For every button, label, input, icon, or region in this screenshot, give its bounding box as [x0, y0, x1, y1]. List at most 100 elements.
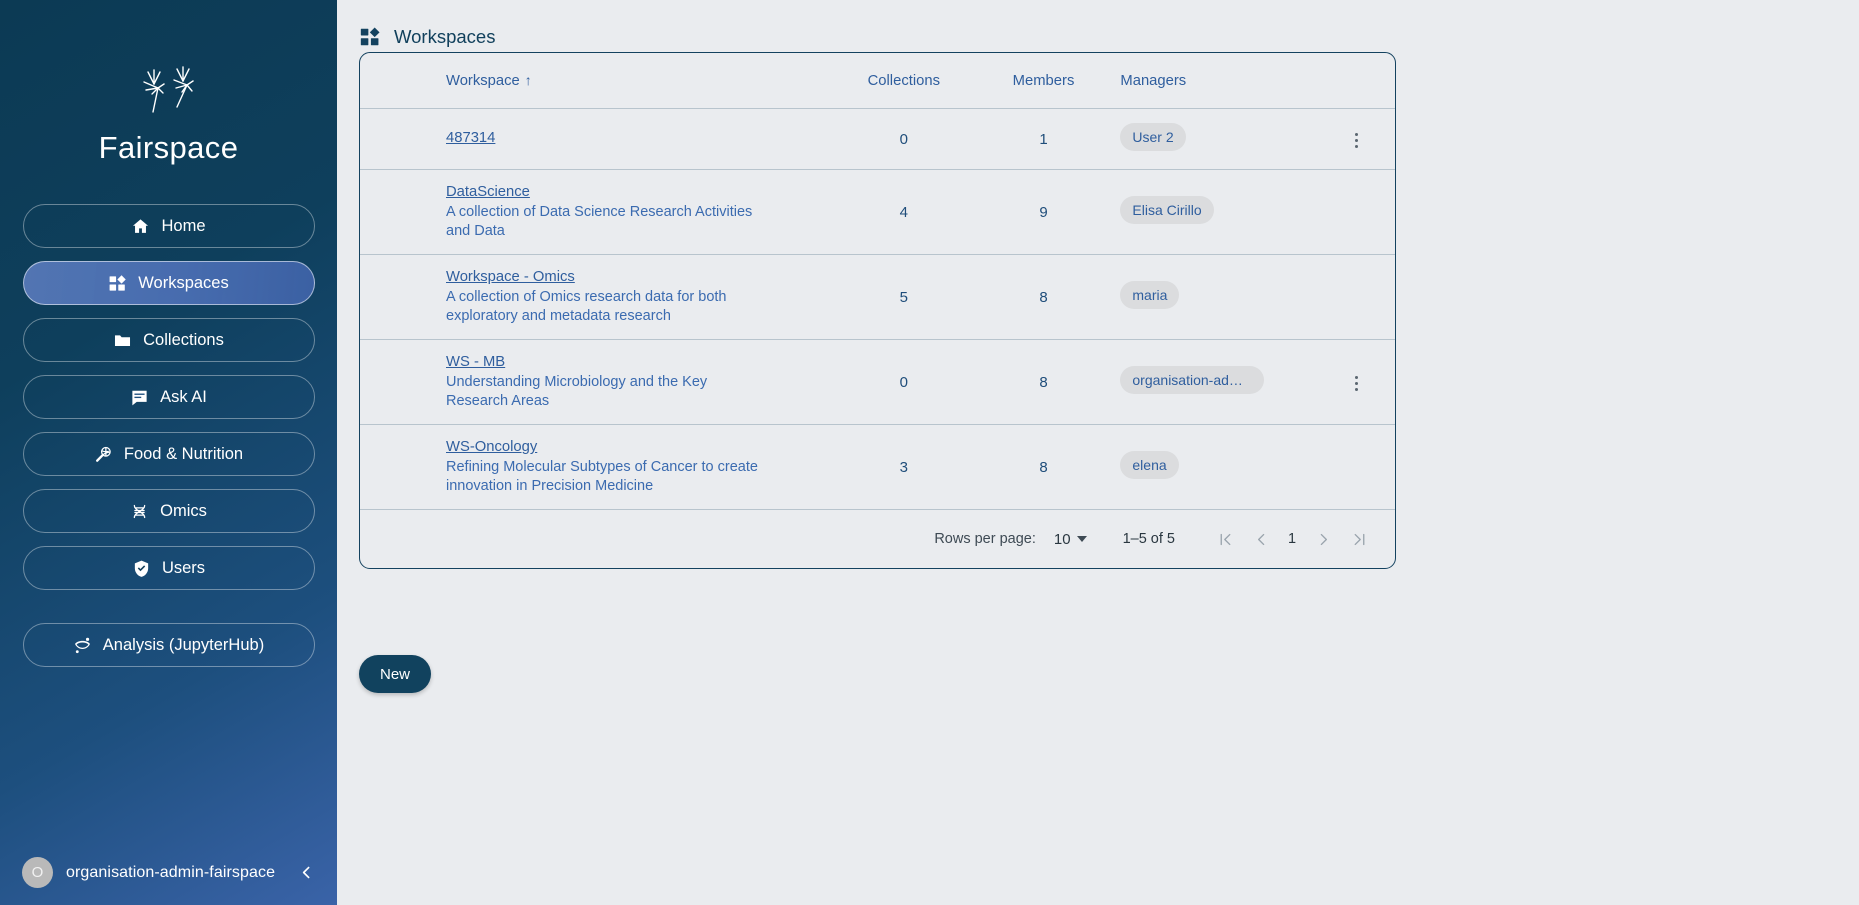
table-header-row: Workspace ↑ Collections Members Managers — [360, 53, 1395, 109]
sidebar-item-analysis-jupyterhub[interactable]: Analysis (JupyterHub) — [22, 623, 315, 667]
row-menu-icon[interactable] — [1349, 370, 1364, 398]
workspace-link[interactable]: WS-Oncology — [446, 439, 537, 455]
cell-members: 8 — [978, 424, 1109, 511]
cell-collections: 0 — [828, 108, 979, 170]
sidebar-item-label: Analysis (JupyterHub) — [102, 635, 265, 654]
workspace-description: A collection of Omics research data for … — [446, 289, 727, 324]
previous-page-icon[interactable] — [1243, 523, 1279, 555]
column-header-workspace[interactable]: Workspace ↑ — [360, 53, 829, 109]
dna-icon — [130, 502, 149, 521]
table-row[interactable]: Workspace - Omics A collection of Omics … — [360, 254, 1395, 341]
workspace-link[interactable]: Workspace - Omics — [446, 269, 575, 285]
table-row[interactable]: WS-Oncology Refining Molecular Subtypes … — [360, 424, 1395, 511]
manager-chip[interactable]: Elisa Cirillo — [1120, 196, 1214, 225]
cell-members: 8 — [978, 339, 1109, 426]
brand-name: Fairspace — [98, 130, 239, 165]
sidebar-footer: O organisation-admin-fairspace — [0, 857, 337, 888]
sidebar-item-label: Food & Nutrition — [123, 444, 244, 463]
cell-actions — [1318, 169, 1395, 256]
sidebar-item-users[interactable]: Users — [22, 546, 315, 590]
manager-chip[interactable]: elena — [1120, 451, 1179, 480]
folder-icon — [113, 331, 132, 350]
manager-chip[interactable]: organisation-admin… — [1120, 366, 1265, 395]
workspace-link[interactable]: DataScience — [446, 184, 530, 200]
column-header-collections[interactable]: Collections — [828, 53, 979, 109]
brand-logo: Fairspace — [99, 62, 239, 166]
column-header-members[interactable]: Members — [978, 53, 1109, 109]
cell-workspace: DataScience A collection of Data Science… — [360, 169, 829, 256]
cell-members: 1 — [978, 108, 1109, 170]
pagination-range: 1–5 of 5 — [1122, 531, 1175, 548]
cell-workspace: WS - MB Understanding Microbiology and t… — [360, 339, 829, 426]
cell-managers: elena — [1108, 424, 1319, 511]
workspaces-card: Workspace ↑ Collections Members Managers … — [359, 52, 1396, 570]
table-row[interactable]: DataScience A collection of Data Science… — [360, 169, 1395, 256]
app-root: Fairspace Home Workspaces Collections As… — [0, 0, 1859, 905]
cell-collections: 5 — [828, 254, 979, 341]
rows-per-page-select[interactable]: 10 — [1054, 531, 1087, 548]
table-body: 487314 0 1 User 2 DataScience A collecti… — [360, 108, 1395, 511]
cell-workspace: Workspace - Omics A collection of Omics … — [360, 254, 829, 341]
cell-members: 9 — [978, 169, 1109, 256]
magnifier-icon — [94, 445, 113, 464]
cell-collections: 0 — [828, 339, 979, 426]
sidebar-item-omics[interactable]: Omics — [22, 489, 315, 533]
sidebar-item-home[interactable]: Home — [22, 204, 315, 248]
chevron-left-icon[interactable] — [293, 860, 319, 886]
page-header: Workspaces — [337, 0, 1859, 54]
sidebar-item-collections[interactable]: Collections — [22, 318, 315, 362]
cell-collections: 3 — [828, 424, 979, 511]
sort-ascending-icon: ↑ — [524, 72, 532, 88]
home-icon — [131, 217, 150, 236]
workspace-description: Understanding Microbiology and the Key R… — [446, 374, 708, 409]
cell-workspace: WS-Oncology Refining Molecular Subtypes … — [360, 424, 829, 511]
sidebar-item-ask-ai[interactable]: Ask AI — [22, 375, 315, 419]
column-header-managers[interactable]: Managers — [1108, 53, 1319, 109]
table-row[interactable]: 487314 0 1 User 2 — [360, 108, 1395, 170]
current-user[interactable]: O organisation-admin-fairspace — [22, 857, 275, 888]
cell-managers: organisation-admin… — [1108, 339, 1319, 426]
sidebar-item-workspaces[interactable]: Workspaces — [22, 261, 315, 305]
next-page-icon[interactable] — [1305, 523, 1341, 555]
workspace-link[interactable]: WS - MB — [446, 354, 505, 370]
chat-icon — [130, 388, 149, 407]
chevron-down-icon — [1076, 536, 1087, 543]
cell-managers: Elisa Cirillo — [1108, 169, 1319, 256]
workspace-link[interactable]: 487314 — [446, 130, 495, 146]
manager-chip[interactable]: User 2 — [1120, 123, 1186, 151]
cell-workspace: 487314 — [360, 108, 829, 170]
workspaces-table: Workspace ↑ Collections Members Managers … — [360, 53, 1395, 511]
dashboard-icon — [108, 274, 127, 293]
cell-actions — [1318, 108, 1395, 170]
current-page-number: 1 — [1287, 531, 1297, 548]
jupyter-icon — [73, 636, 92, 655]
cell-actions — [1318, 254, 1395, 341]
cell-collections: 4 — [828, 169, 979, 256]
first-page-icon[interactable] — [1207, 523, 1243, 555]
workspace-description: Refining Molecular Subtypes of Cancer to… — [446, 459, 758, 494]
table-row[interactable]: WS - MB Understanding Microbiology and t… — [360, 339, 1395, 426]
manager-chip[interactable]: maria — [1120, 281, 1180, 310]
sidebar-item-label: Workspaces — [138, 273, 229, 292]
workspace-description: A collection of Data Science Research Ac… — [446, 204, 753, 239]
cell-managers: User 2 — [1108, 108, 1319, 170]
table-header: Workspace ↑ Collections Members Managers — [360, 53, 1395, 109]
table-pagination: Rows per page: 10 1–5 of 5 1 — [360, 510, 1395, 568]
rows-per-page-label: Rows per page: — [934, 531, 1036, 548]
cell-members: 8 — [978, 254, 1109, 341]
cell-actions — [1318, 424, 1395, 511]
shield-check-icon — [132, 559, 151, 578]
cell-managers: maria — [1108, 254, 1319, 341]
sidebar-item-label: Users — [161, 558, 206, 577]
row-menu-icon[interactable] — [1349, 127, 1364, 155]
sidebar-nav: Home Workspaces Collections Ask AI Food … — [0, 204, 337, 680]
sidebar-item-food-nutrition[interactable]: Food & Nutrition — [22, 432, 315, 476]
sidebar-item-label: Ask AI — [160, 387, 207, 406]
main-content: Workspaces Workspace ↑ Collections Member… — [337, 0, 1859, 905]
avatar: O — [22, 857, 53, 888]
last-page-icon[interactable] — [1341, 523, 1377, 555]
sidebar-item-label: Collections — [143, 330, 224, 349]
column-header-actions — [1318, 53, 1395, 109]
dandelion-logo-icon — [132, 62, 206, 124]
new-workspace-button[interactable]: New — [359, 655, 432, 693]
